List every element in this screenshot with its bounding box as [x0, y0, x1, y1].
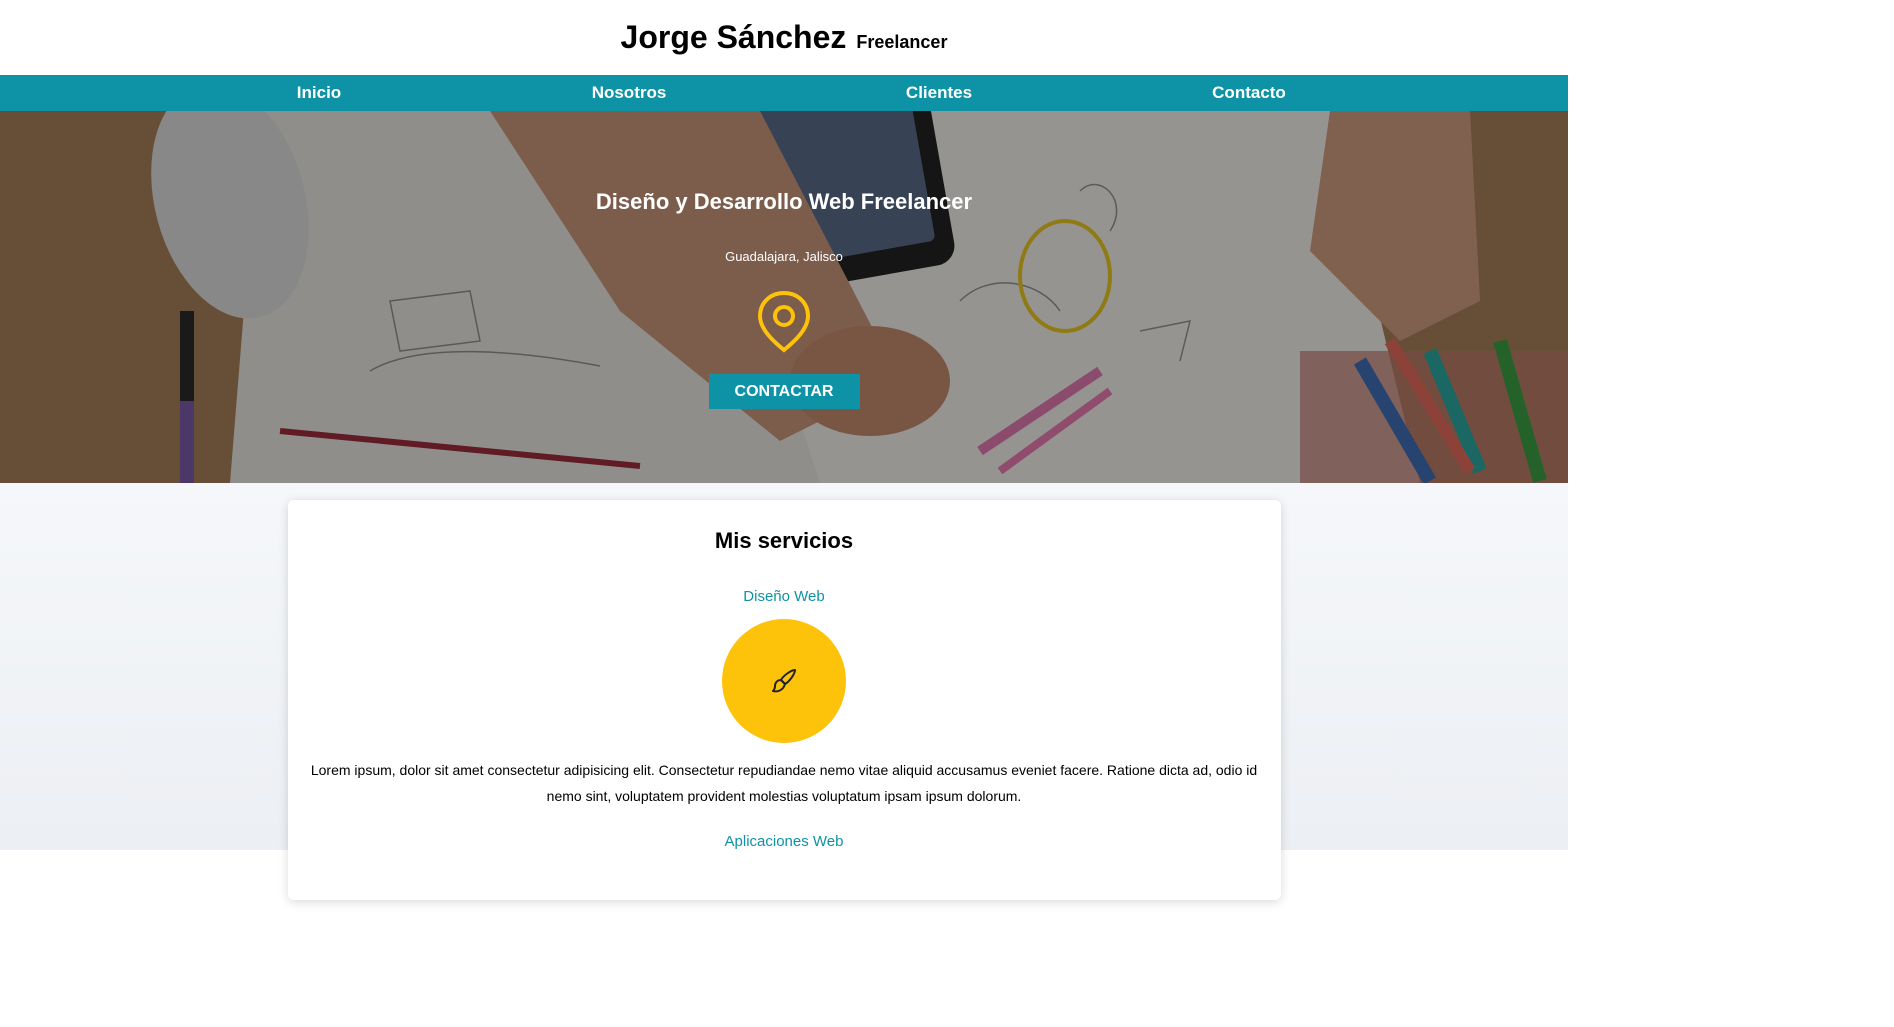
site-tagline: Freelancer [856, 32, 948, 52]
nav-item-inicio[interactable]: Inicio [164, 75, 474, 111]
hero-content: Diseño y Desarrollo Web Freelancer Guada… [0, 111, 1568, 409]
service-name-partial: Aplicaciones Web [724, 833, 844, 850]
services-title: Mis servicios [714, 528, 854, 553]
contactar-button[interactable]: CONTACTAR [708, 374, 860, 409]
service-icon-circle [722, 619, 846, 743]
hero-title: Diseño y Desarrollo Web Freelancer [595, 189, 973, 214]
nav-item-clientes[interactable]: Clientes [784, 75, 1094, 111]
location-pin-icon [757, 290, 811, 353]
nav-item-nosotros[interactable]: Nosotros [474, 75, 784, 111]
hero-section: Diseño y Desarrollo Web Freelancer Guada… [0, 111, 1568, 483]
services-card: Mis servicios Diseño Web Lorem ipsum, do… [287, 500, 1281, 900]
hero-location: Guadalajara, Jalisco [725, 249, 843, 264]
nav-item-contacto[interactable]: Contacto [1094, 75, 1404, 111]
site-header: Jorge Sánchez Freelancer [0, 0, 1568, 75]
services-section: Mis servicios Diseño Web Lorem ipsum, do… [0, 483, 1568, 900]
main-nav: Inicio Nosotros Clientes Contacto [0, 75, 1568, 111]
service-name-diseno-web: Diseño Web [743, 588, 825, 605]
site-name: Jorge Sánchez [620, 19, 847, 55]
paintbrush-icon [772, 669, 796, 693]
service-description: Lorem ipsum, dolor sit amet consectetur … [310, 762, 1258, 804]
